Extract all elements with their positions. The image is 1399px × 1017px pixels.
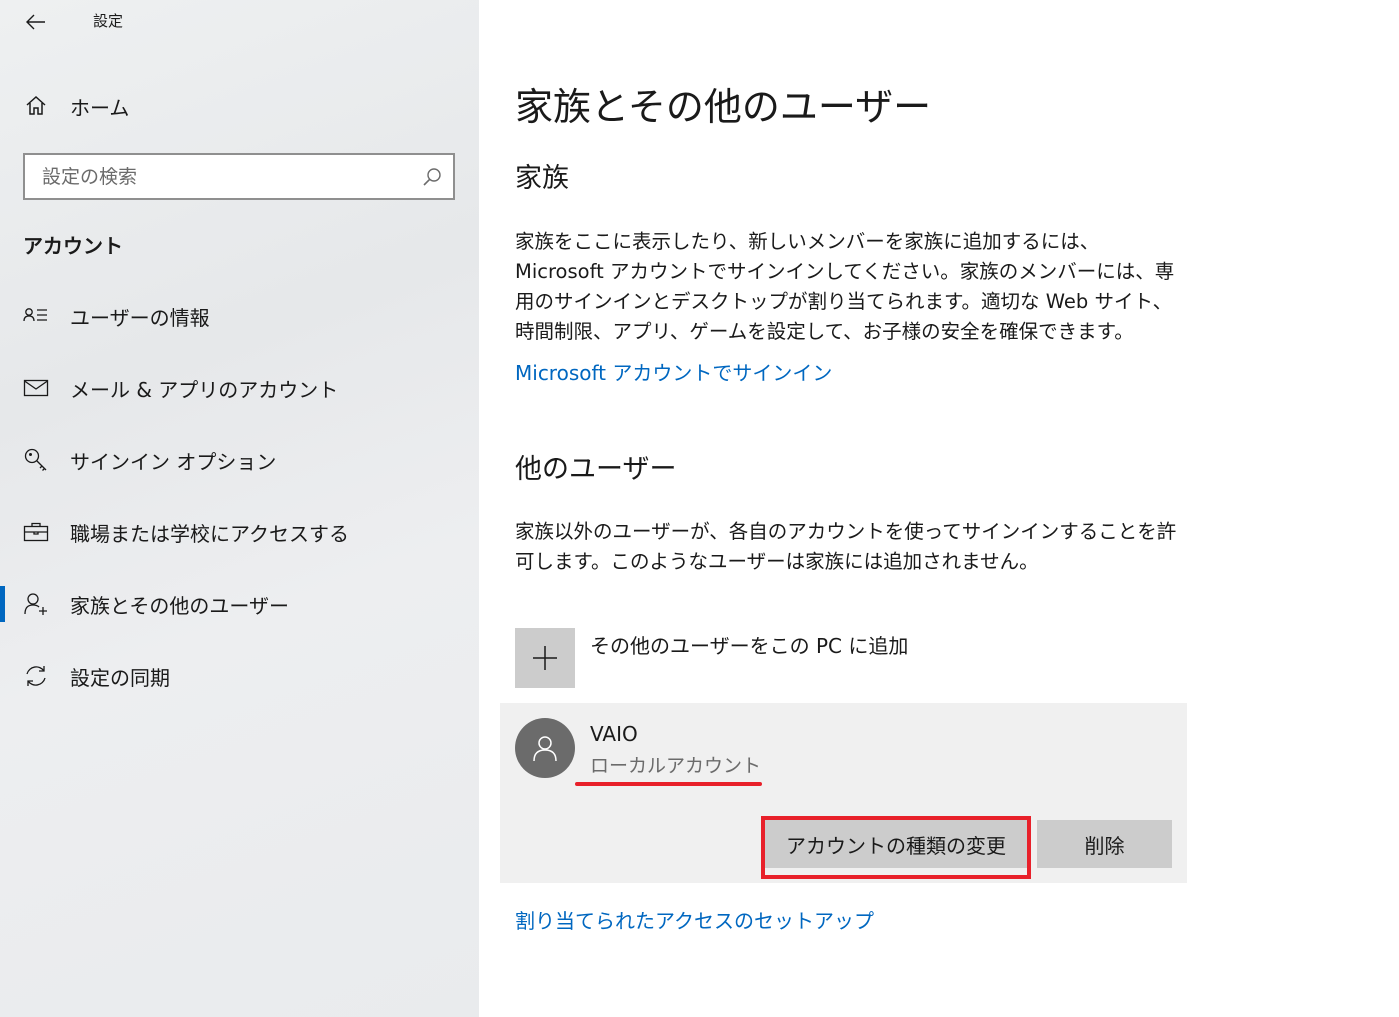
sidebar-item-label: 職場または学校にアクセスする xyxy=(70,521,349,546)
search-box xyxy=(23,153,455,200)
sidebar-item-user-info[interactable]: ユーザーの情報 xyxy=(0,280,479,352)
account-type-label: ローカルアカウント xyxy=(590,755,762,777)
plus-icon xyxy=(533,646,557,670)
sidebar-item-label: 家族とその他のユーザー xyxy=(70,593,289,618)
mail-icon xyxy=(22,374,50,402)
sidebar-item-label: サインイン オプション xyxy=(70,449,277,474)
app-title: 設定 xyxy=(93,12,124,30)
sidebar-item-label: 設定の同期 xyxy=(70,665,170,690)
sidebar-item-label: メール & アプリのアカウント xyxy=(70,377,339,402)
briefcase-icon xyxy=(22,518,50,546)
microsoft-signin-link[interactable]: Microsoft アカウントでサインイン xyxy=(515,357,832,386)
sidebar-item-mail-accounts[interactable]: メール & アプリのアカウント xyxy=(0,352,479,424)
sidebar-item-family-other-users[interactable]: 家族とその他のユーザー xyxy=(0,568,479,640)
sidebar-item-label: ホーム xyxy=(70,95,130,120)
delete-user-button[interactable]: 削除 xyxy=(1037,820,1172,868)
sidebar-item-sync-settings[interactable]: 設定の同期 xyxy=(0,640,479,712)
sidebar: 設定 ホーム アカウント ユーザーの情報 xyxy=(0,0,479,1017)
search-input[interactable] xyxy=(25,155,415,198)
search-icon[interactable] xyxy=(421,166,443,188)
nav-list: ユーザーの情報 メール & アプリのアカウント サインイン オプション 職場また… xyxy=(0,280,479,712)
sidebar-item-signin-options[interactable]: サインイン オプション xyxy=(0,424,479,496)
sidebar-item-home[interactable]: ホーム xyxy=(0,82,479,130)
sidebar-item-work-school[interactable]: 職場または学校にアクセスする xyxy=(0,496,479,568)
annotation-highlight-box xyxy=(761,816,1031,879)
add-other-user-label: その他のユーザーをこの PC に追加 xyxy=(590,634,909,658)
section-heading-accounts: アカウント xyxy=(23,234,123,258)
other-users-heading: 他のユーザー xyxy=(515,454,677,485)
user-card[interactable]: VAIO ローカルアカウント アカウントの種類の変更 削除 xyxy=(500,703,1187,883)
key-icon xyxy=(22,446,50,474)
add-person-icon xyxy=(22,590,50,618)
sync-icon xyxy=(22,662,50,690)
back-arrow-icon xyxy=(26,14,45,30)
main-content: 家族とその他のユーザー 家族 家族をここに表示したり、新しいメンバーを家族に追加… xyxy=(479,0,1399,1017)
title-bar: 設定 xyxy=(0,0,479,44)
home-icon xyxy=(22,92,50,120)
add-other-user-button[interactable]: その他のユーザーをこの PC に追加 xyxy=(515,628,1155,688)
family-description: 家族をここに表示したり、新しいメンバーを家族に追加するには、Microsoft … xyxy=(515,230,1175,343)
annotation-underline xyxy=(575,782,762,786)
other-users-description: 家族以外のユーザーが、各自のアカウントを使ってサインインすることを許可します。こ… xyxy=(515,520,1177,573)
page-title: 家族とその他のユーザー xyxy=(515,85,932,129)
family-heading: 家族 xyxy=(515,163,569,194)
user-info-icon xyxy=(22,302,50,330)
user-name: VAIO xyxy=(590,722,638,746)
person-icon xyxy=(533,736,557,762)
assigned-access-link[interactable]: 割り当てられたアクセスのセットアップ xyxy=(515,905,874,934)
add-tile xyxy=(515,628,575,688)
sidebar-item-label: ユーザーの情報 xyxy=(70,305,210,330)
avatar xyxy=(515,718,575,778)
back-button[interactable] xyxy=(16,6,56,38)
